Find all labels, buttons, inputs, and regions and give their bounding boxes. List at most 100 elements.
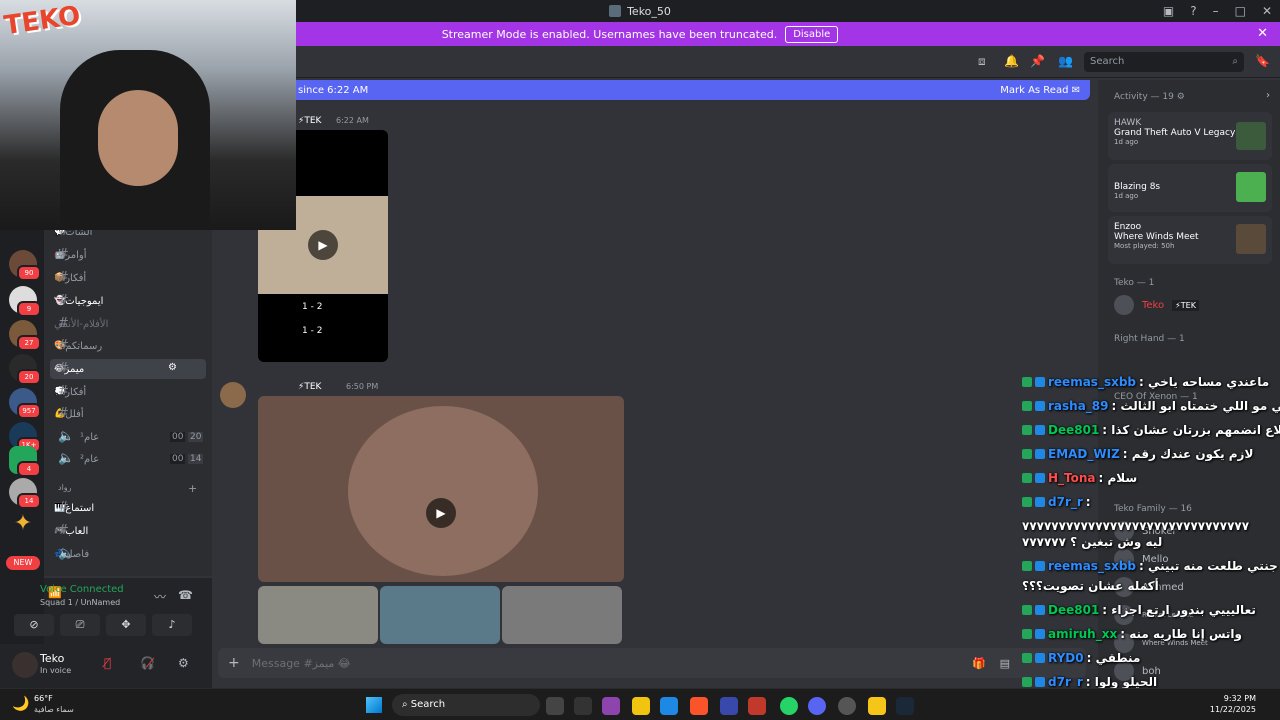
start-button[interactable] [366, 697, 382, 713]
server-icon[interactable]: 27 [9, 320, 41, 351]
mention-badge: 20 [17, 369, 41, 385]
server-icon[interactable]: 90 [9, 250, 41, 281]
play-icon[interactable]: ▶ [308, 230, 338, 260]
member-list-icon[interactable]: 👥 [1058, 54, 1073, 68]
app-icon[interactable] [748, 697, 766, 715]
disable-button[interactable]: Disable [785, 25, 839, 43]
score-line: 1 - 2 [302, 302, 323, 312]
activity-card[interactable]: Blazing 8s 1d ago [1108, 164, 1272, 212]
clock-date[interactable]: 11/22/2025 [1200, 705, 1256, 714]
hash-icon: # [58, 270, 69, 285]
noise-suppression-icon[interactable]: 〰 [154, 588, 166, 605]
soundboard-button[interactable]: ♪ [152, 614, 192, 636]
play-icon[interactable]: ▶ [426, 498, 456, 528]
chat-username: Dee801 [1048, 423, 1100, 437]
channel-item[interactable]: # أفكار 💭 [50, 382, 206, 402]
voice-location[interactable]: Squad 1 / UnNamed [40, 598, 120, 607]
server-icon[interactable]: 14 [9, 478, 41, 509]
weather-temp[interactable]: 66°F [34, 694, 53, 703]
activity-card[interactable]: Enzoo Where Winds Meet Most played: 50h [1108, 216, 1272, 264]
activities-button[interactable]: ✥ [106, 614, 146, 636]
threads-icon[interactable]: ⧈ [978, 54, 986, 69]
obs-icon[interactable] [838, 697, 856, 715]
edge-icon[interactable] [660, 697, 678, 715]
brave-icon[interactable] [690, 697, 708, 715]
inbox-icon[interactable]: ▣ [1163, 4, 1174, 18]
discord-icon[interactable] [808, 697, 826, 715]
copilot-icon[interactable] [574, 697, 592, 715]
channel-item[interactable]: # الأفلام-الأنمي [50, 314, 206, 334]
pin-icon[interactable]: 📌 [1030, 54, 1045, 68]
task-view-icon[interactable] [546, 697, 564, 715]
add-channel-icon[interactable]: + [188, 482, 197, 495]
weather-icon[interactable]: 🌙 [12, 696, 29, 712]
chat-username: rasha_89 [1048, 399, 1109, 413]
voice-channel[interactable]: 🔈 فاصل 💤 [50, 544, 206, 564]
voice-channel[interactable]: 🔈 عام¹ 00 20 [50, 427, 206, 447]
deafen-icon[interactable]: 🎧̸ [140, 656, 155, 670]
mute-icon[interactable]: 🎙̸ [104, 656, 111, 670]
camera-off-button[interactable]: ⊘ [14, 614, 54, 636]
chat-text: : انقلاع انضمهم بزرتان عشان كذا [1102, 423, 1280, 437]
message-input[interactable]: Message #ميمز 😂 [252, 657, 351, 670]
whatsapp-icon[interactable] [780, 697, 798, 715]
avatar[interactable] [12, 652, 38, 678]
inbox-bookmark-icon[interactable]: 🔖 [1255, 54, 1270, 68]
clock-time[interactable]: 9:32 PM [1200, 694, 1256, 703]
category-header[interactable]: رواد [58, 483, 72, 492]
voice-channel[interactable]: 🔈 عام² 00 14 [50, 449, 206, 469]
channel-item[interactable]: # أفلل 💪 [50, 404, 206, 424]
username[interactable]: Teko [40, 652, 64, 665]
channel-settings-icon[interactable]: ⚙ [168, 362, 177, 373]
member-item[interactable]: Teko ⚡TEK [1114, 294, 1199, 316]
chevron-right-icon[interactable]: › [1266, 90, 1270, 101]
steam-icon[interactable] [896, 697, 914, 715]
server-icon[interactable]: 9 [9, 286, 41, 317]
disconnect-icon[interactable]: ☎ [178, 588, 193, 602]
weather-desc[interactable]: سماء صافية [34, 705, 74, 714]
attach-plus-icon[interactable]: + [228, 655, 240, 671]
chat-message: ليه وش تبغين ؟ ٧٧٧٧٧٧ [1022, 532, 1162, 552]
channel-item[interactable]: # أوامر 🤖 [50, 245, 206, 265]
help-icon[interactable]: ? [1190, 4, 1196, 18]
gift-icon[interactable]: 🎁 [972, 657, 986, 670]
video-attachment[interactable] [502, 586, 622, 644]
voice-status[interactable]: Voice Connected [40, 584, 124, 595]
maximize-button[interactable]: □ [1235, 4, 1246, 18]
user-panel: Teko In voice 🎙̸ 🎧̸ ⚙ [0, 644, 212, 688]
app-icon[interactable] [602, 697, 620, 715]
channel-item[interactable]: # العاب 🎮 [50, 521, 206, 541]
notification-bell-icon[interactable]: 🔔 [1004, 54, 1019, 68]
video-thumbnail [348, 406, 538, 576]
server-icon[interactable]: 20 [9, 354, 41, 385]
channel-item[interactable]: # استماع 🎹 [50, 498, 206, 518]
close-banner-icon[interactable]: ✕ [1257, 26, 1268, 41]
gif-icon[interactable]: ▤ [1000, 657, 1010, 670]
file-explorer-icon[interactable] [632, 697, 650, 715]
video-attachment[interactable]: ▶ [258, 396, 624, 582]
channel-item[interactable]: # ايموجيات 👻 [50, 291, 206, 311]
rockstar-icon[interactable] [868, 697, 886, 715]
mark-as-read-button[interactable]: Mark As Read ✉ [1000, 85, 1080, 96]
channel-item[interactable]: # رسماتكم 🎨 [50, 336, 206, 356]
channel-item-active[interactable]: # ⚙ ميمز 😂 [50, 359, 206, 379]
channel-item[interactable]: # أفكار 📦 [50, 268, 206, 288]
minimize-button[interactable]: – [1213, 4, 1219, 18]
message-composer[interactable]: + Message #ميمز 😂 🎁 ▤ [218, 648, 1086, 678]
avatar[interactable] [220, 382, 246, 408]
video-attachment[interactable] [258, 586, 378, 644]
taskbar-search[interactable]: ⌕ Search [392, 694, 540, 716]
server-icon[interactable]: 4 [9, 446, 41, 477]
search-input[interactable]: Search ⌕ [1084, 52, 1244, 72]
close-window-button[interactable]: ✕ [1262, 4, 1272, 18]
store-icon[interactable] [720, 697, 738, 715]
star-server-icon[interactable]: ✦ [9, 510, 37, 538]
server-icon[interactable]: 957 [9, 388, 41, 419]
new-messages-bar[interactable]: since 6:22 AM Mark As Read ✉ [288, 80, 1090, 100]
screen-share-button[interactable]: ⎚ [60, 614, 100, 636]
settings-gear-icon[interactable]: ⚙ [178, 656, 189, 670]
chat-message: H_Tona: سلام [1022, 468, 1137, 488]
video-attachment[interactable] [380, 586, 500, 644]
activity-card[interactable]: HAWK Grand Theft Auto V Legacy 1d ago [1108, 112, 1272, 160]
hash-icon: # [58, 500, 69, 515]
